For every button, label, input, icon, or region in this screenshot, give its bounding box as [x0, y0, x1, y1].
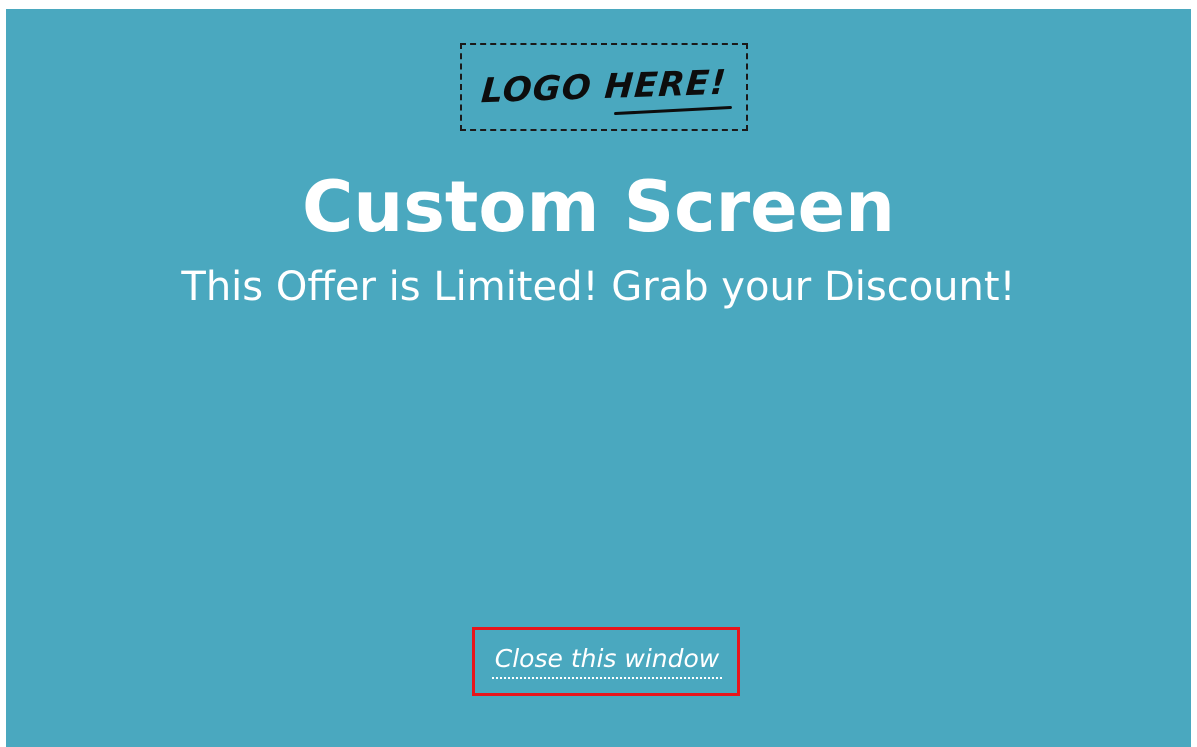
page-title: Custom Screen — [302, 166, 895, 248]
logo-underline — [614, 105, 732, 116]
custom-screen-popup: LOGO HERE! Custom Screen This Offer is L… — [6, 9, 1191, 747]
logo-placeholder: LOGO HERE! — [460, 43, 748, 131]
close-link-highlight: Close this window — [472, 627, 740, 696]
page-subtitle: This Offer is Limited! Grab your Discoun… — [181, 264, 1016, 310]
logo: LOGO HERE! — [479, 62, 729, 112]
close-window-link[interactable]: Close this window — [492, 643, 722, 679]
